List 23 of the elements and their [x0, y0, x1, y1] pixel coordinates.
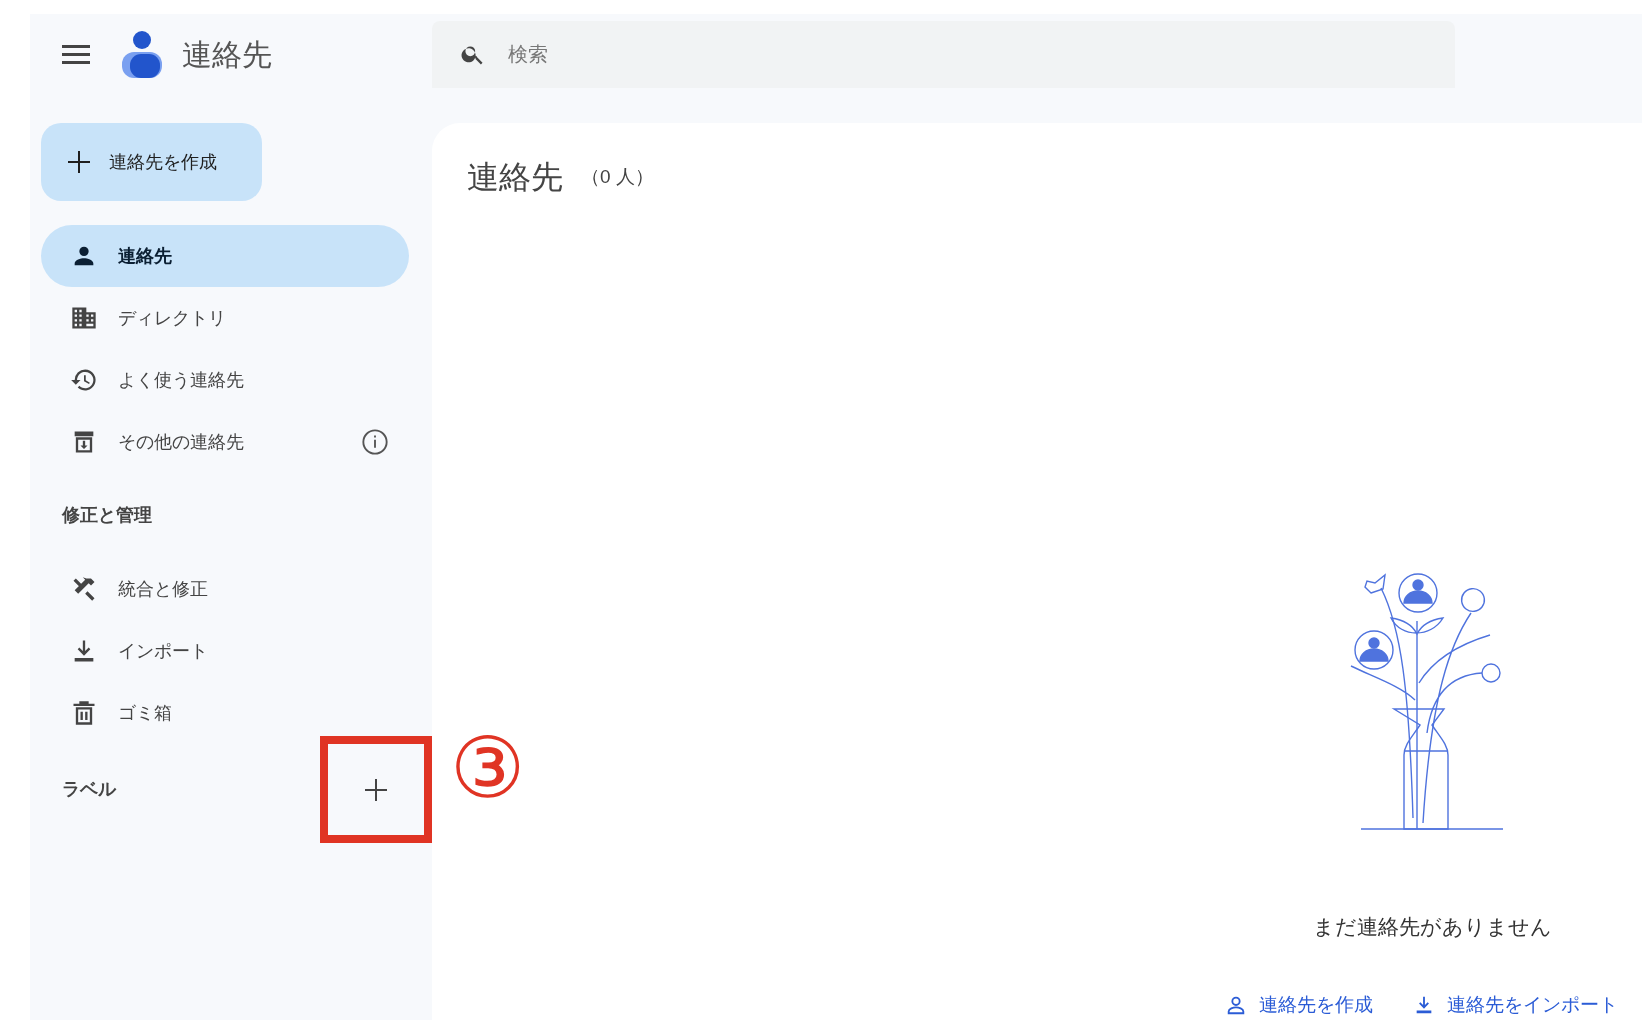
section-title: ラベル — [61, 778, 116, 801]
action-link[interactable]: 連絡先をインポート — [1413, 990, 1618, 1019]
nav-item[interactable]: ゴミ箱 — [41, 682, 409, 744]
nav-item[interactable]: ディレクトリ — [41, 287, 409, 349]
section-title: 修正と管理 — [60, 504, 153, 527]
search-field[interactable]: 検索 — [432, 21, 1455, 88]
nav-item[interactable]: インポート — [41, 620, 409, 682]
app-title: 連絡先 — [182, 36, 272, 73]
nav-item[interactable]: よく使う連絡先 — [41, 349, 409, 411]
plus-icon — [67, 150, 91, 174]
menu-icon[interactable] — [62, 44, 90, 64]
nav-item[interactable]: 統合と修正 — [41, 558, 409, 620]
empty-message: まだ連絡先がありません — [1312, 914, 1552, 940]
nav-item[interactable]: その他の連絡先 — [41, 411, 409, 473]
nav-item[interactable]: 連絡先 — [41, 225, 409, 287]
page-title: 連絡先 — [467, 158, 563, 197]
step-number: ③ — [450, 726, 526, 810]
person-logo-icon — [120, 29, 164, 79]
contact-count: （0 人） — [581, 164, 654, 189]
create-contact-button[interactable]: 連絡先を作成 — [41, 123, 262, 201]
action-link[interactable]: 連絡先を作成 — [1225, 990, 1373, 1019]
info-icon[interactable] — [361, 428, 389, 456]
plus-icon — [364, 777, 388, 802]
